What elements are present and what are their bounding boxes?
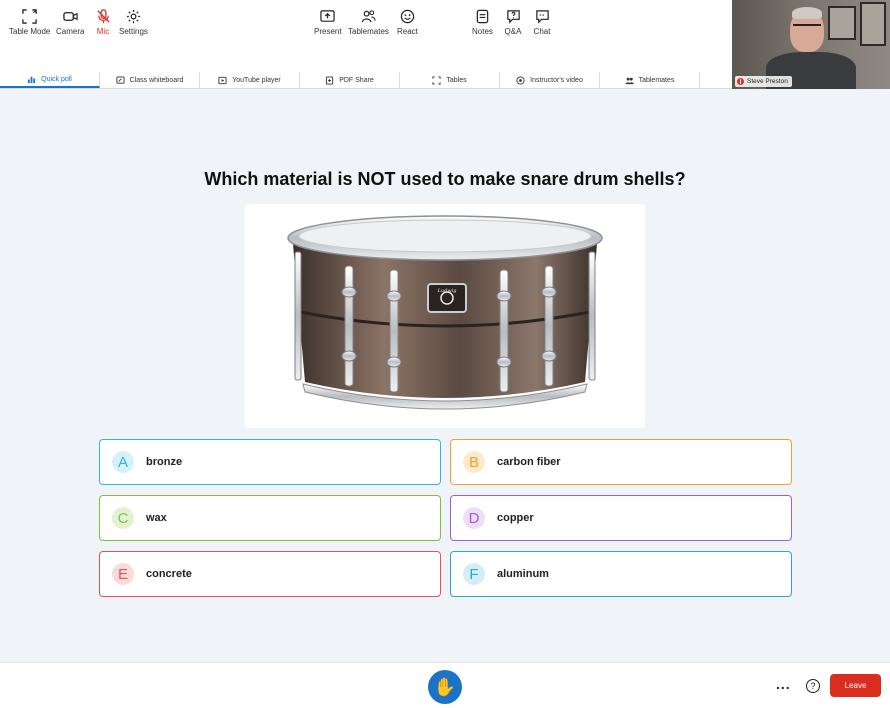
answer-text: aluminum (497, 568, 549, 580)
tab-overflow (700, 72, 732, 88)
tablemates-button[interactable]: Tablemates (348, 8, 389, 36)
table-mode-label: Table Mode (9, 27, 51, 36)
tab-label: Instructor's video (530, 76, 583, 84)
answer-letter-badge: C (112, 507, 134, 529)
smiley-icon (398, 8, 416, 24)
answer-option-c[interactable]: C wax (99, 495, 441, 541)
camera-button[interactable]: Camera (56, 8, 84, 36)
poll-icon (27, 75, 36, 84)
person-glasses (793, 24, 821, 31)
answer-letter-badge: D (463, 507, 485, 529)
tables-icon (432, 76, 441, 85)
answer-text: carbon fiber (497, 456, 561, 468)
snare-drum-illustration: Ludwig (287, 215, 603, 410)
wall-frame (828, 6, 856, 40)
poll-question: Which material is NOT used to make snare… (204, 169, 686, 189)
pdf-share-icon (325, 76, 334, 85)
tab-label: PDF Share (339, 76, 374, 84)
camera-icon (61, 8, 79, 24)
tab-tablemates[interactable]: Tablemates (600, 72, 700, 88)
tab-quick-poll[interactable]: Quick poll (0, 72, 100, 88)
mic-off-icon (94, 8, 112, 24)
drum-logo-text: Ludwig (437, 288, 457, 294)
qa-label: Q&A (504, 27, 522, 36)
chat-button[interactable]: Chat (533, 8, 551, 36)
answer-letter-badge: B (463, 451, 485, 473)
tab-label: Class whiteboard (129, 76, 184, 84)
answer-text: concrete (146, 568, 192, 580)
tab-label: Tables (446, 76, 467, 84)
person-hair (792, 7, 822, 19)
raised-hand-icon: ✋ (433, 676, 457, 697)
answer-letter-badge: F (463, 563, 485, 585)
answer-text: copper (497, 512, 534, 524)
wall-frame (860, 2, 886, 46)
answer-letter-badge: A (112, 451, 134, 473)
notes-icon (473, 8, 491, 24)
chat-icon (533, 8, 551, 24)
answer-option-b[interactable]: B carbon fiber (450, 439, 792, 485)
answer-text: bronze (146, 456, 183, 468)
tab-label: Tablemates (638, 76, 675, 84)
settings-label: Settings (119, 27, 148, 36)
table-mode-icon (21, 8, 39, 24)
react-button[interactable]: React (397, 8, 418, 36)
leave-button[interactable]: Leave (830, 674, 881, 697)
settings-button[interactable]: Settings (119, 8, 148, 36)
present-button[interactable]: Present (314, 8, 342, 36)
answer-option-f[interactable]: F aluminum (450, 551, 792, 597)
people-icon (359, 8, 377, 24)
participant-name-tag: Steve Preston (735, 76, 792, 87)
video-icon (516, 76, 525, 85)
chat-label: Chat (533, 27, 551, 36)
tab-bar: Quick poll Class whiteboard YouTube play… (0, 72, 732, 89)
answer-option-a[interactable]: A bronze (99, 439, 441, 485)
tab-tables[interactable]: Tables (400, 72, 500, 88)
mic-label: Mic (96, 27, 110, 36)
poll-image: Ludwig (245, 204, 645, 428)
react-label: React (397, 27, 418, 36)
tab-class-whiteboard[interactable]: Class whiteboard (100, 72, 200, 88)
play-icon (218, 76, 227, 85)
answer-option-d[interactable]: D copper (450, 495, 792, 541)
qa-button[interactable]: Q&A (504, 8, 522, 36)
tab-label: YouTube player (232, 76, 281, 84)
notes-button[interactable]: Notes (472, 8, 493, 36)
tablemates-label: Tablemates (348, 27, 389, 36)
question-bubble-icon (504, 8, 522, 24)
tab-youtube-player[interactable]: YouTube player (200, 72, 300, 88)
whiteboard-icon (116, 76, 125, 84)
answer-text: wax (146, 512, 167, 524)
tab-label: Quick poll (41, 75, 72, 83)
more-options-button[interactable]: ... (776, 676, 791, 692)
table-mode-button[interactable]: Table Mode (9, 8, 50, 36)
camera-label: Camera (56, 27, 85, 36)
gear-icon (124, 8, 142, 24)
answer-letter-badge: E (112, 563, 134, 585)
participant-name: Steve Preston (747, 78, 788, 85)
tab-pdf-share[interactable]: PDF Share (300, 72, 400, 88)
help-button[interactable]: ? (806, 679, 820, 693)
mic-muted-icon (737, 78, 744, 85)
raise-hand-button[interactable]: ✋ (428, 670, 462, 704)
mic-button[interactable]: Mic (94, 8, 112, 36)
notes-label: Notes (472, 27, 493, 36)
answer-option-e[interactable]: E concrete (99, 551, 441, 597)
people-icon (625, 76, 634, 85)
present-label: Present (314, 27, 342, 36)
present-icon (319, 8, 337, 24)
poll-stage: Which material is NOT used to make snare… (0, 89, 890, 662)
tab-instructors-video[interactable]: Instructor's video (500, 72, 600, 88)
